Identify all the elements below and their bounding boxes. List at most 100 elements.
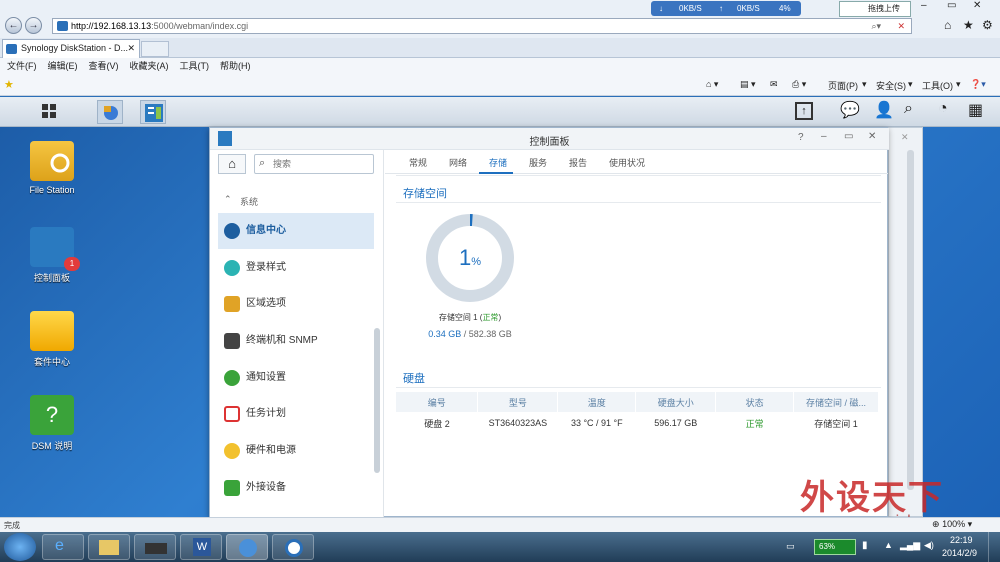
taskbar-word[interactable]: W xyxy=(180,534,222,560)
dsm-taskbar: ↑ 💬 👤 ⌕ ◔ ▦ xyxy=(0,97,1000,127)
active-tab-indicator xyxy=(479,172,513,174)
zoom-level[interactable]: ⊕ 100% ▾ xyxy=(932,519,972,530)
clock-date[interactable]: 2014/2/9 xyxy=(942,548,977,558)
capacity-separator: / xyxy=(461,329,469,339)
taskbar-app-active[interactable] xyxy=(226,534,268,560)
close-icon[interactable]: ✕ xyxy=(973,0,981,11)
browser-tab-active[interactable]: Synology DiskStation - D... ✕ xyxy=(2,39,140,58)
col-temperature[interactable]: 温度 xyxy=(557,392,637,412)
window-titlebar[interactable]: 控制面板 ? – ▭ ✕ xyxy=(210,128,889,150)
search-box[interactable]: ⌕ xyxy=(254,154,374,174)
table-row[interactable]: 硬盘 2 ST3640323AS 33 °C / 91 °F 596.17 GB… xyxy=(396,412,879,434)
close-icon[interactable]: ✕ xyxy=(868,131,876,142)
package-center-task-icon[interactable] xyxy=(97,100,123,124)
tab-close-icon[interactable]: ✕ xyxy=(127,40,135,57)
desktop-label: DSM 说明 xyxy=(31,441,73,451)
resource-monitor-icon[interactable]: ◔ xyxy=(938,100,948,118)
maximize-icon[interactable]: ▭ xyxy=(947,0,956,11)
volume-name: 存储空间 1 ( xyxy=(438,313,483,322)
sidebar-item-login-style[interactable]: 登录样式 xyxy=(218,250,374,286)
group-chevron-icon[interactable]: ⌃ xyxy=(224,194,232,205)
sidebar-item-notification[interactable]: 通知设置 xyxy=(218,360,374,396)
favorites-add-icon[interactable]: ★ xyxy=(4,78,14,91)
desktop-file-station[interactable]: File Station xyxy=(12,141,92,195)
signal-icon[interactable]: ▂▄▆ xyxy=(900,540,920,551)
tab-usage[interactable]: 使用状况 xyxy=(609,156,645,169)
battery-indicator[interactable]: 63% xyxy=(814,539,856,555)
tab-general[interactable]: 常规 xyxy=(409,156,427,169)
menu-view[interactable]: 查看(V) xyxy=(89,58,119,75)
address-bar[interactable]: http://192.168.13.13:5000/webman/index.c… xyxy=(52,18,912,34)
upload-queue-icon[interactable]: ↑ xyxy=(795,102,813,120)
col-volume[interactable]: 存储空间 / 磁... xyxy=(793,392,879,412)
taskbar-app-laptop[interactable] xyxy=(134,534,176,560)
desktop-package-center[interactable]: 套件中心 xyxy=(12,311,92,368)
taskbar-explorer[interactable] xyxy=(88,534,130,560)
main-menu-grid-icon[interactable] xyxy=(36,100,62,124)
scrollbar[interactable] xyxy=(907,150,914,490)
taskbar-app-search[interactable] xyxy=(272,534,314,560)
col-number[interactable]: 编号 xyxy=(396,392,479,412)
page-menu[interactable]: 页面(P) xyxy=(828,79,858,92)
feeds-icon[interactable]: ▤ ▾ xyxy=(740,79,756,90)
keyboard-icon[interactable]: ▭ xyxy=(786,541,795,552)
volume-icon[interactable]: ◀) xyxy=(924,540,934,551)
notification-chat-icon[interactable]: 💬 xyxy=(840,100,860,120)
sidebar-item-regional[interactable]: 区域选项 xyxy=(218,286,374,322)
tray-battery-icon[interactable]: ▮ xyxy=(862,540,868,551)
stop-icon[interactable]: ✕ xyxy=(897,19,905,33)
search-input[interactable] xyxy=(273,157,369,171)
col-model[interactable]: 型号 xyxy=(477,392,559,412)
menu-file[interactable]: 文件(F) xyxy=(7,58,37,75)
safety-menu[interactable]: 安全(S) xyxy=(876,79,906,92)
new-tab-button[interactable] xyxy=(141,41,169,57)
col-status[interactable]: 状态 xyxy=(715,392,795,412)
desktop-dsm-help[interactable]: ? DSM 说明 xyxy=(12,395,92,452)
sidebar-item-external-devices[interactable]: 外接设备 xyxy=(218,470,374,506)
maximize-icon[interactable]: ▭ xyxy=(844,131,853,142)
tools-menu[interactable]: 工具(O) xyxy=(922,79,953,92)
tab-network[interactable]: 网络 xyxy=(449,156,467,169)
sidebar-item-terminal[interactable]: 终端机和 SNMP xyxy=(218,323,374,359)
tab-services[interactable]: 服务 xyxy=(529,156,547,169)
start-button[interactable] xyxy=(4,533,36,561)
sidebar-item-task-scheduler[interactable]: 任务计划 xyxy=(218,396,374,432)
print-icon[interactable]: ⎙ ▾ xyxy=(792,79,806,90)
tab-report[interactable]: 报告 xyxy=(569,156,587,169)
show-desktop-button[interactable] xyxy=(988,532,1000,562)
minimize-icon[interactable]: – xyxy=(921,0,927,11)
desktop-control-panel[interactable]: 1 控制面板 xyxy=(12,227,92,284)
col-size[interactable]: 硬盘大小 xyxy=(635,392,717,412)
sidebar-item-hardware-power[interactable]: 硬件和电源 xyxy=(218,433,374,469)
help-icon[interactable]: ❓▾ xyxy=(970,79,986,90)
user-icon[interactable]: 👤 xyxy=(874,100,894,120)
tools-menu-chevron-icon: ▾ xyxy=(956,79,961,89)
search-icon[interactable]: ⌕ xyxy=(904,100,913,118)
gear-icon[interactable]: ⚙ xyxy=(982,18,993,32)
sidebar-item-label: 通知设置 xyxy=(246,372,286,383)
control-panel-task-icon[interactable] xyxy=(140,100,166,124)
home-icon[interactable]: ⌂ xyxy=(944,18,951,32)
minimize-icon[interactable]: – xyxy=(821,131,827,142)
back-icon[interactable]: ← xyxy=(5,17,22,34)
favorites-star-icon[interactable]: ★ xyxy=(963,18,974,32)
sidebar-scrollbar[interactable] xyxy=(374,328,380,473)
home-button[interactable]: ⌂ xyxy=(218,154,246,174)
search-icon[interactable]: ⌕▾ xyxy=(871,19,881,33)
window-layout-icon[interactable]: ▦ xyxy=(968,100,983,120)
menu-favorites[interactable]: 收藏夹(A) xyxy=(130,58,169,75)
home-cmd-icon[interactable]: ⌂ ▾ xyxy=(706,79,718,90)
forward-icon[interactable]: → xyxy=(25,17,42,34)
menu-edit[interactable]: 编辑(E) xyxy=(48,58,78,75)
clock-time[interactable]: 22:19 xyxy=(950,535,973,545)
tray-expand-icon[interactable]: ▲ xyxy=(884,540,893,550)
sidebar-item-info-center[interactable]: 信息中心 xyxy=(218,213,374,249)
menu-tools[interactable]: 工具(T) xyxy=(180,58,210,75)
menu-help[interactable]: 帮助(H) xyxy=(220,58,251,75)
tab-storage[interactable]: 存储 xyxy=(489,156,507,169)
help-icon[interactable]: ? xyxy=(798,132,804,143)
home-icon: ⌂ xyxy=(228,156,236,171)
taskbar-ie[interactable]: e xyxy=(42,534,84,560)
close-icon[interactable]: ✕ xyxy=(901,132,909,143)
mail-icon[interactable]: ✉ xyxy=(770,79,778,90)
